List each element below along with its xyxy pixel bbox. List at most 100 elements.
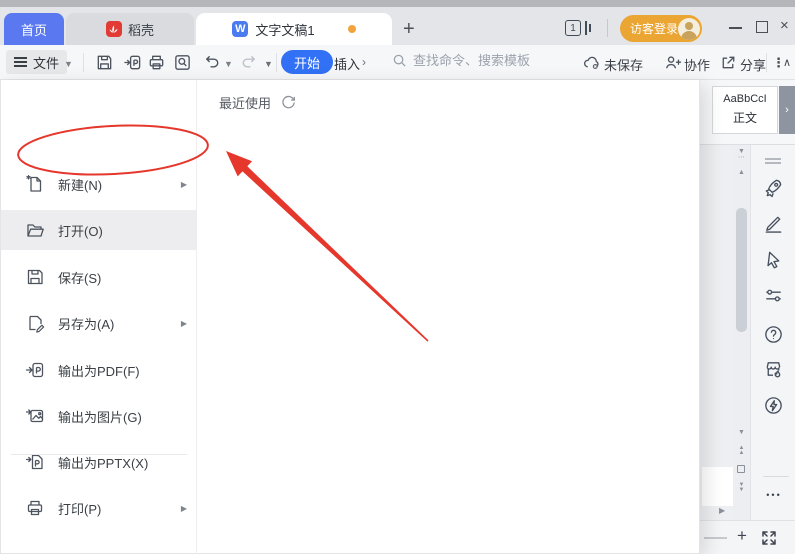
guest-login-button[interactable]: 访客登录	[620, 15, 702, 42]
ribbon-tab-insert[interactable]: 插入	[334, 54, 360, 73]
share-icon	[718, 52, 738, 72]
menu-item-export-image[interactable]: 输出为图片(G)	[1, 396, 197, 436]
close-button[interactable]: ×	[780, 17, 789, 34]
menu-item-save-as[interactable]: 另存为(A) ▶	[1, 303, 197, 343]
menu-item-share-doc[interactable]: 分享文档(D)	[1, 542, 197, 554]
sidebar-divider	[763, 476, 789, 477]
ribbon-tab-home-label: 开始	[294, 53, 320, 72]
sidebar-drag-handle-icon[interactable]	[762, 150, 784, 172]
refresh-icon[interactable]	[281, 95, 296, 110]
fullscreen-icon[interactable]	[760, 529, 778, 547]
save-button[interactable]	[94, 52, 114, 72]
titlebar: 首页 稻壳 W 文字文稿1 + 1 访客登录 ×	[0, 7, 795, 45]
menu-item-label: 新建(N)	[58, 175, 102, 194]
hscroll-right-arrow-icon[interactable]: ▶	[719, 506, 725, 515]
window-count-badge[interactable]: 1	[565, 20, 581, 36]
menu-item-new[interactable]: 新建(N) ▶	[1, 164, 197, 204]
ruler-toggle-icon[interactable]: ▼⋯	[735, 149, 748, 161]
redo-button[interactable]	[238, 52, 258, 72]
tab-home[interactable]: 首页	[4, 13, 64, 45]
new-document-icon	[25, 174, 45, 194]
search-input[interactable]	[411, 52, 559, 69]
file-menu-chevron-icon[interactable]: ▼	[64, 59, 73, 69]
scrollbar-thumb[interactable]	[736, 208, 747, 332]
printer-icon	[25, 498, 45, 518]
open-folder-icon	[25, 220, 45, 240]
print-preview-button[interactable]	[172, 52, 192, 72]
style-gallery-item-normal[interactable]: AaBbCcI 正文	[712, 86, 778, 134]
search-icon	[392, 53, 407, 68]
collaborate-button[interactable]: 协作	[684, 55, 710, 74]
scroll-up-arrow-icon[interactable]: ▲	[735, 169, 748, 176]
save-as-icon	[25, 313, 45, 333]
toolbar-more-chevron-icon[interactable]: ▼	[264, 59, 273, 69]
window-count-bar-icon	[589, 24, 591, 32]
toolbar-divider	[766, 53, 767, 72]
export-pdf-button[interactable]	[122, 52, 142, 72]
command-search[interactable]	[392, 52, 559, 69]
docer-icon	[106, 21, 122, 37]
recent-files-title: 最近使用	[219, 93, 271, 112]
help-icon[interactable]	[762, 323, 784, 345]
wps-writer-window: 首页 稻壳 W 文字文稿1 + 1 访客登录 × 文件 ▼	[0, 0, 795, 554]
submenu-arrow-icon: ▶	[181, 180, 187, 189]
ribbon-tab-insert-label: 插入	[334, 57, 360, 72]
menu-item-label: 另存为(A)	[58, 314, 114, 333]
style-gallery-expand-button[interactable]: ›	[779, 86, 795, 134]
file-menu-button[interactable]: 文件	[6, 50, 67, 74]
scroll-down-arrow-icon[interactable]: ▼	[735, 429, 748, 436]
pen-icon[interactable]	[762, 212, 784, 234]
print-button[interactable]	[146, 52, 166, 72]
menu-divider	[11, 454, 187, 455]
save-icon	[25, 267, 45, 287]
submenu-arrow-icon: ▶	[181, 504, 187, 513]
file-menu-dropdown: 新建(N) ▶ 打开(O) 保存(S) 另存为(A) ▶	[0, 80, 700, 554]
menu-item-label: 打开(O)	[58, 221, 103, 240]
cloud-unsaved-icon	[581, 52, 601, 72]
cursor-icon[interactable]	[762, 248, 784, 270]
new-tab-button[interactable]: +	[403, 17, 415, 41]
previous-page-button[interactable]: ▲▲	[735, 446, 748, 456]
next-page-button[interactable]: ▼▼	[735, 483, 748, 493]
document-background	[695, 145, 733, 520]
unsaved-status[interactable]: 未保存	[604, 55, 643, 74]
tab-docer-label: 稻壳	[128, 20, 154, 39]
undo-button[interactable]	[202, 52, 222, 72]
window-top-edge	[0, 0, 795, 7]
undo-dropdown-chevron-icon[interactable]: ▼	[224, 59, 233, 69]
share-button[interactable]: 分享	[740, 55, 766, 74]
collapse-ribbon-button[interactable]: ∧	[783, 56, 791, 69]
zoom-in-button[interactable]: +	[737, 526, 747, 546]
menu-item-save[interactable]: 保存(S)	[1, 257, 197, 297]
window-count-bar-icon	[585, 21, 587, 35]
flash-icon[interactable]	[762, 394, 784, 416]
titlebar-divider	[607, 19, 608, 37]
sidebar-more-button[interactable]: •••	[759, 490, 789, 500]
wps-writer-icon: W	[232, 21, 248, 37]
tab-docer[interactable]: 稻壳	[66, 13, 194, 45]
menu-item-export-pdf[interactable]: 输出为PDF(F)	[1, 350, 197, 390]
menu-item-open[interactable]: 打开(O)	[1, 210, 197, 250]
ribbon-tab-home[interactable]: 开始	[281, 50, 333, 74]
zoom-slider[interactable]	[704, 537, 727, 539]
browse-object-button[interactable]	[737, 465, 745, 473]
store-hot-icon[interactable]	[762, 358, 784, 380]
guest-login-label: 访客登录	[630, 20, 678, 37]
style-name: 正文	[713, 109, 777, 126]
hamburger-icon	[14, 55, 27, 69]
minimize-button[interactable]	[729, 27, 742, 29]
menu-item-export-pptx[interactable]: 输出为PPTX(X)	[1, 442, 197, 482]
vertical-scrollbar[interactable]: ▼⋯ ▲ ▼ ▲▲ ▼▼	[733, 145, 750, 520]
menu-item-label: 打印(P)	[58, 499, 101, 518]
tab-document[interactable]: W 文字文稿1	[196, 13, 392, 45]
collaborate-icon	[662, 52, 682, 72]
maximize-button[interactable]	[756, 21, 768, 33]
rocket-icon[interactable]	[762, 176, 784, 198]
tab-document-label: 文字文稿1	[255, 20, 314, 39]
ribbon-tabs-overflow-icon[interactable]: ›	[362, 55, 366, 69]
file-menu-list: 新建(N) ▶ 打开(O) 保存(S) 另存为(A) ▶	[1, 80, 197, 554]
sliders-icon[interactable]	[762, 284, 784, 306]
avatar	[678, 18, 700, 40]
menu-item-label: 输出为图片(G)	[58, 407, 142, 426]
menu-item-print[interactable]: 打印(P) ▶	[1, 488, 197, 528]
